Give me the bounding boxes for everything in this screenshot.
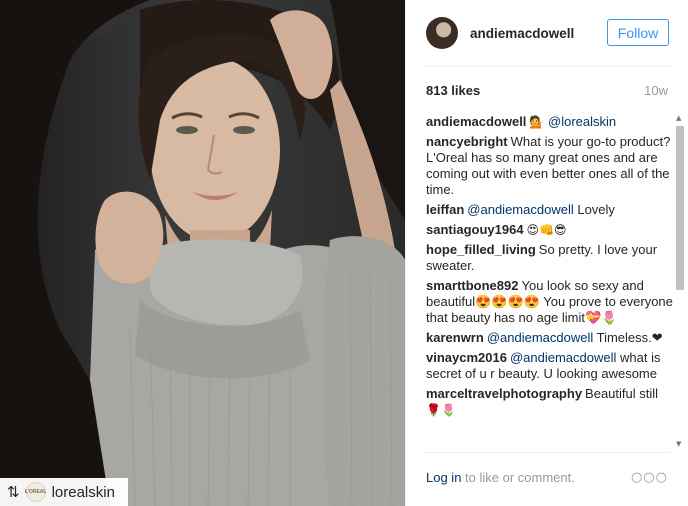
scroll-up-arrow-icon[interactable]: ▲ bbox=[676, 114, 681, 122]
author-avatar[interactable] bbox=[426, 17, 458, 49]
comment-item: nancyebright What is your go-to product? … bbox=[426, 134, 674, 198]
comment-item: marceltravelphotography Beautiful still 🌹… bbox=[426, 386, 674, 418]
comment-author[interactable]: hope_filled_living bbox=[426, 242, 536, 257]
comment-text: Beautiful still bbox=[585, 386, 659, 401]
comment-item: andiemacdowell 💁 @lorealskin bbox=[426, 114, 674, 130]
comment-author[interactable]: marceltravelphotography bbox=[426, 386, 582, 401]
login-prompt: Log in to like or comment. bbox=[426, 470, 575, 485]
comment-author[interactable]: nancyebright bbox=[426, 134, 508, 149]
more-options-icon[interactable]: ○○○ bbox=[631, 470, 668, 485]
regram-account-name[interactable]: lorealskin bbox=[52, 484, 115, 501]
comment-item: vinaycm2016 @andiemacdowell what is secre… bbox=[426, 350, 674, 382]
post-photo[interactable]: ⇅ L'OREAL lorealskin bbox=[0, 0, 405, 506]
regram-badge[interactable]: ⇅ L'OREAL lorealskin bbox=[0, 478, 128, 506]
scroll-down-arrow-icon[interactable]: ▼ bbox=[676, 440, 681, 448]
comment-item: smarttbone892 You look so sexy and beauti… bbox=[426, 278, 674, 326]
footer-divider bbox=[424, 452, 670, 453]
login-suffix: to like or comment. bbox=[461, 470, 575, 485]
scroll-thumb[interactable] bbox=[676, 126, 684, 290]
comment-text: Timeless.❤ bbox=[596, 330, 663, 345]
comment-item: leiffan @andiemacdowell Lovely bbox=[426, 202, 674, 218]
portrait-illustration bbox=[0, 0, 405, 506]
comment-author[interactable]: karenwrn bbox=[426, 330, 484, 345]
regram-avatar: L'OREAL bbox=[25, 482, 46, 502]
post-details-panel: andiemacdowell Follow 813 likes 10w andi… bbox=[405, 0, 688, 506]
post-stats: 813 likes 10w bbox=[426, 83, 668, 101]
comment-item: santiagouy1964 😍👊😎 bbox=[426, 222, 674, 238]
comment-emoji: 😍👊😎 bbox=[526, 223, 567, 237]
comment-mention[interactable]: @andiemacdowell bbox=[510, 350, 616, 365]
comment-emoji: 💁 bbox=[529, 115, 545, 129]
repost-icon: ⇅ bbox=[7, 482, 20, 501]
comment-text: Lovely bbox=[577, 202, 615, 217]
comment-author[interactable]: andiemacdowell bbox=[426, 114, 526, 129]
comments-scrollbar[interactable]: ▲ ▼ bbox=[674, 114, 686, 448]
comment-author[interactable]: vinaycm2016 bbox=[426, 350, 507, 365]
comment-author[interactable]: smarttbone892 bbox=[426, 278, 518, 293]
comment-author[interactable]: leiffan bbox=[426, 202, 464, 217]
comments-list: andiemacdowell 💁 @lorealskin nancyebright… bbox=[426, 114, 674, 442]
comment-emoji: 🌹🌷 bbox=[426, 403, 456, 417]
author-username[interactable]: andiemacdowell bbox=[470, 26, 574, 41]
comment-mention[interactable]: @andiemacdowell bbox=[487, 330, 593, 345]
post-age[interactable]: 10w bbox=[644, 83, 668, 101]
post-footer: Log in to like or comment. ○○○ bbox=[426, 470, 668, 485]
comment-item: hope_filled_living So pretty. I love your… bbox=[426, 242, 674, 274]
header-divider bbox=[424, 66, 670, 67]
comment-author[interactable]: santiagouy1964 bbox=[426, 222, 524, 237]
comment-mention[interactable]: @lorealskin bbox=[548, 114, 616, 129]
comment-item: karenwrn @andiemacdowell Timeless.❤ bbox=[426, 330, 674, 346]
login-link[interactable]: Log in bbox=[426, 470, 461, 485]
likes-count[interactable]: 813 likes bbox=[426, 83, 480, 101]
follow-button[interactable]: Follow bbox=[607, 19, 669, 46]
comment-mention[interactable]: @andiemacdowell bbox=[467, 202, 573, 217]
